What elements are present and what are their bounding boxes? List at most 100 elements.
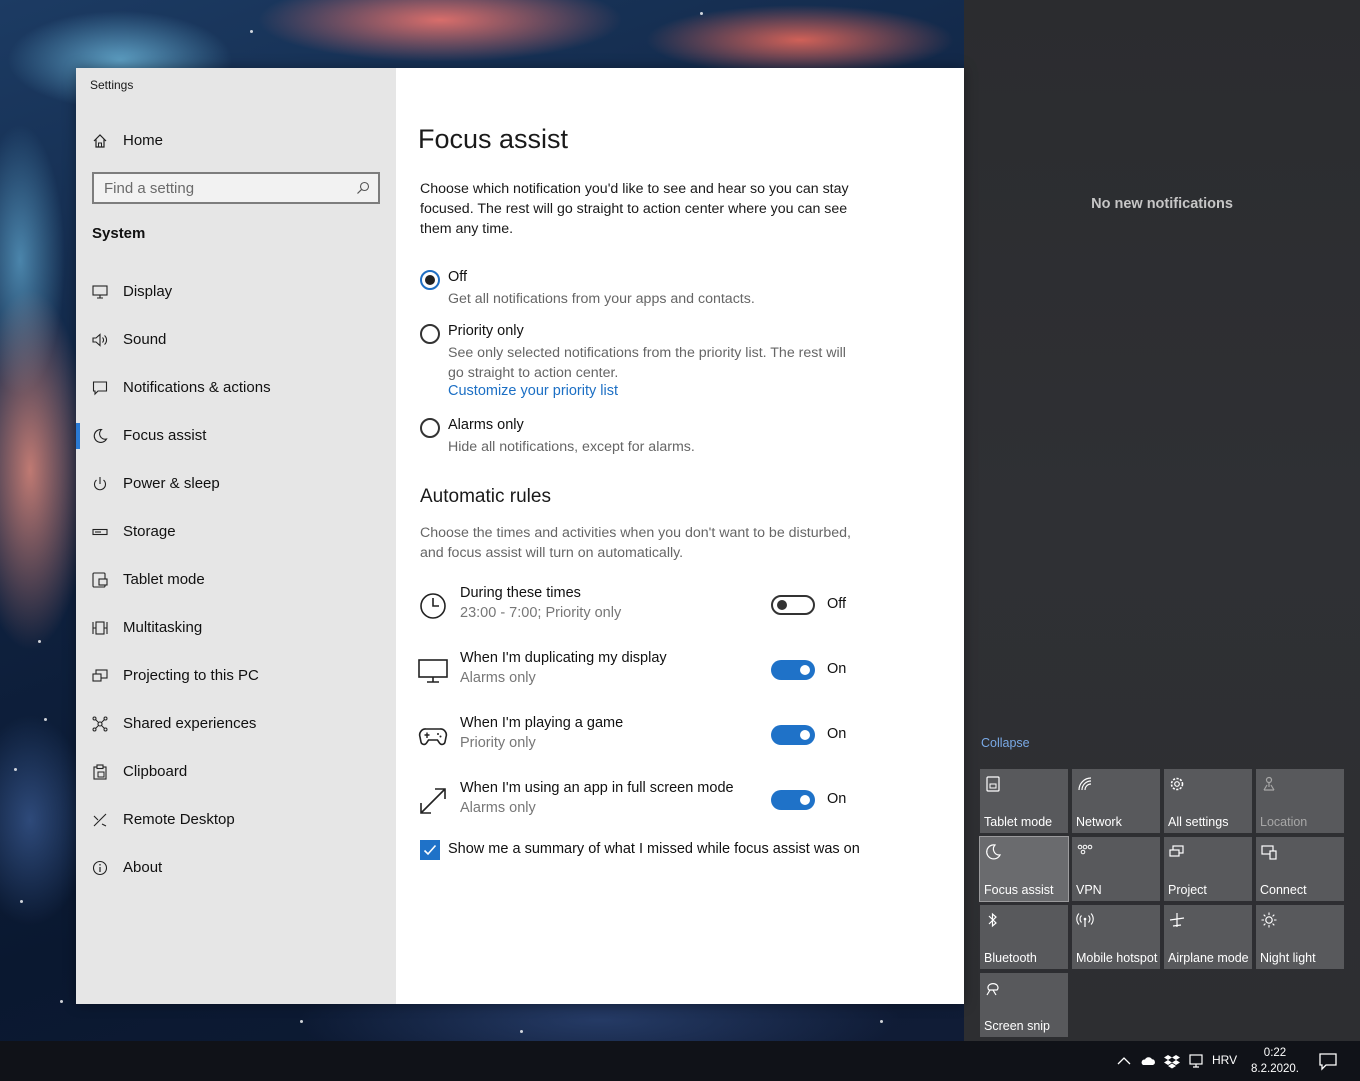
quick-action-airplane-mode[interactable]: Airplane mode <box>1164 905 1252 969</box>
sidebar-item-label: Multitasking <box>123 619 203 636</box>
radio-button-priority-only[interactable] <box>420 324 440 344</box>
rule-title: When I'm using an app in full screen mod… <box>460 780 734 796</box>
customize-priority-list-link[interactable]: Customize your priority list <box>448 383 618 399</box>
sidebar-item-sound[interactable]: Sound <box>76 320 396 360</box>
sidebar-item-label: Shared experiences <box>123 715 257 732</box>
home-label: Home <box>123 132 164 149</box>
project-icon <box>1169 845 1184 857</box>
action-center-icon[interactable] <box>1318 1051 1338 1071</box>
sidebar-item-label: Projecting to this PC <box>123 667 259 684</box>
sidebar-item-home[interactable]: Home <box>76 128 396 154</box>
sidebar-item-label: Remote Desktop <box>123 811 235 828</box>
toggle-playing-game[interactable] <box>771 725 815 745</box>
rule-duplicating-display[interactable]: When I'm duplicating my display Alarms o… <box>418 650 878 694</box>
radio-off[interactable]: Off Get all notifications from your apps… <box>420 269 880 309</box>
radio-alarms-only[interactable]: Alarms only Hide all notifications, exce… <box>420 417 880 457</box>
tile-label: VPN <box>1076 883 1102 897</box>
toggle-during-these-times[interactable] <box>771 595 815 615</box>
quick-action-bluetooth[interactable]: Bluetooth <box>980 905 1068 969</box>
automatic-rules-heading: Automatic rules <box>420 486 551 507</box>
sidebar-item-notifications[interactable]: Notifications & actions <box>76 368 396 408</box>
connect-icon <box>1261 845 1277 860</box>
settings-sidebar: Settings Home Find a setting System Disp… <box>76 68 396 1004</box>
radio-button-alarms-only[interactable] <box>420 418 440 438</box>
sidebar-item-label: Focus assist <box>123 427 207 444</box>
summary-checkbox-row[interactable]: Show me a summary of what I missed while… <box>420 839 890 861</box>
chevron-up-icon[interactable] <box>1116 1053 1132 1069</box>
quick-action-connect[interactable]: Connect <box>1256 837 1344 901</box>
rule-subtitle: Alarms only <box>460 670 536 686</box>
airplane-icon <box>1169 913 1185 927</box>
sidebar-item-remote-desktop[interactable]: Remote Desktop <box>76 800 396 840</box>
quick-action-tablet-mode[interactable]: Tablet mode <box>980 769 1068 833</box>
focus-assist-page: Focus assist Choose which notification y… <box>396 68 964 1004</box>
radio-label: Alarms only <box>448 417 524 433</box>
language-indicator[interactable]: HRV <box>1212 1053 1237 1067</box>
rule-full-screen-mode[interactable]: When I'm using an app in full screen mod… <box>418 780 878 824</box>
clipboard-icon <box>93 764 107 780</box>
multitasking-icon <box>92 621 108 635</box>
quick-action-project[interactable]: Project <box>1164 837 1252 901</box>
tile-label: Airplane mode <box>1168 951 1249 965</box>
search-icon <box>357 181 370 194</box>
quick-action-network[interactable]: Network <box>1072 769 1160 833</box>
action-center: No new notifications Collapse Tablet mod… <box>964 0 1360 1041</box>
rule-during-these-times[interactable]: During these times 23:00 - 7:00; Priorit… <box>418 585 878 629</box>
rule-title: When I'm playing a game <box>460 715 624 731</box>
tablet-mode-icon <box>986 776 1000 792</box>
rule-subtitle: 23:00 - 7:00; Priority only <box>460 605 622 621</box>
tile-label: All settings <box>1168 815 1229 829</box>
taskbar-clock[interactable]: 0:22 8.2.2020. <box>1244 1045 1306 1077</box>
quick-action-location[interactable]: Location <box>1256 769 1344 833</box>
projecting-icon <box>92 669 108 682</box>
dropbox-icon[interactable] <box>1164 1053 1180 1069</box>
quick-action-screen-snip[interactable]: Screen snip <box>980 973 1068 1037</box>
radio-button-off[interactable] <box>420 270 440 290</box>
quick-action-mobile-hotspot[interactable]: Mobile hotspot <box>1072 905 1160 969</box>
bluetooth-icon <box>988 912 997 928</box>
collapse-link[interactable]: Collapse <box>981 736 1030 750</box>
network-tray-icon[interactable] <box>1188 1053 1204 1069</box>
toggle-full-screen-mode[interactable] <box>771 790 815 810</box>
sidebar-item-focus-assist[interactable]: Focus assist <box>76 416 396 456</box>
home-icon <box>93 134 107 148</box>
sidebar-item-about[interactable]: About <box>76 848 396 888</box>
sidebar-item-label: Tablet mode <box>123 571 205 588</box>
rule-title: During these times <box>460 585 581 601</box>
search-input[interactable]: Find a setting <box>92 172 380 204</box>
sidebar-item-label: Display <box>123 283 173 300</box>
summary-checkbox[interactable] <box>420 840 440 860</box>
toggle-state-label: On <box>827 661 847 677</box>
toggle-duplicating-display[interactable] <box>771 660 815 680</box>
onedrive-icon[interactable] <box>1140 1053 1156 1069</box>
tile-label: Network <box>1076 815 1122 829</box>
quick-action-vpn[interactable]: VPN <box>1072 837 1160 901</box>
message-icon <box>92 381 108 396</box>
sidebar-item-tablet-mode[interactable]: Tablet mode <box>76 560 396 600</box>
shared-icon <box>92 716 108 732</box>
quick-action-focus-assist[interactable]: Focus assist <box>979 836 1069 902</box>
toggle-state-label: On <box>827 726 847 742</box>
moon-icon <box>93 428 108 443</box>
clock-time: 0:22 <box>1263 1047 1287 1059</box>
quick-action-night-light[interactable]: Night light <box>1256 905 1344 969</box>
sidebar-item-multitasking[interactable]: Multitasking <box>76 608 396 648</box>
gear-icon <box>1170 777 1184 791</box>
tile-label: Connect <box>1260 883 1307 897</box>
sidebar-item-power-sleep[interactable]: Power & sleep <box>76 464 396 504</box>
tile-label: Tablet mode <box>984 815 1053 829</box>
rule-title: When I'm duplicating my display <box>460 650 667 666</box>
sidebar-item-label: Clipboard <box>123 763 188 780</box>
settings-window: Settings Home Find a setting System Disp… <box>76 68 964 1004</box>
sidebar-item-projecting[interactable]: Projecting to this PC <box>76 656 396 696</box>
sidebar-item-shared-experiences[interactable]: Shared experiences <box>76 704 396 744</box>
location-icon <box>1263 776 1275 791</box>
remote-desktop-icon <box>93 813 107 827</box>
quick-action-all-settings[interactable]: All settings <box>1164 769 1252 833</box>
sidebar-item-storage[interactable]: Storage <box>76 512 396 552</box>
sidebar-item-clipboard[interactable]: Clipboard <box>76 752 396 792</box>
checkmark-icon <box>423 844 437 856</box>
sidebar-item-display[interactable]: Display <box>76 272 396 312</box>
radio-priority-only[interactable]: Priority only See only selected notifica… <box>420 323 880 383</box>
rule-playing-game[interactable]: When I'm playing a game Priority only On <box>418 715 878 759</box>
